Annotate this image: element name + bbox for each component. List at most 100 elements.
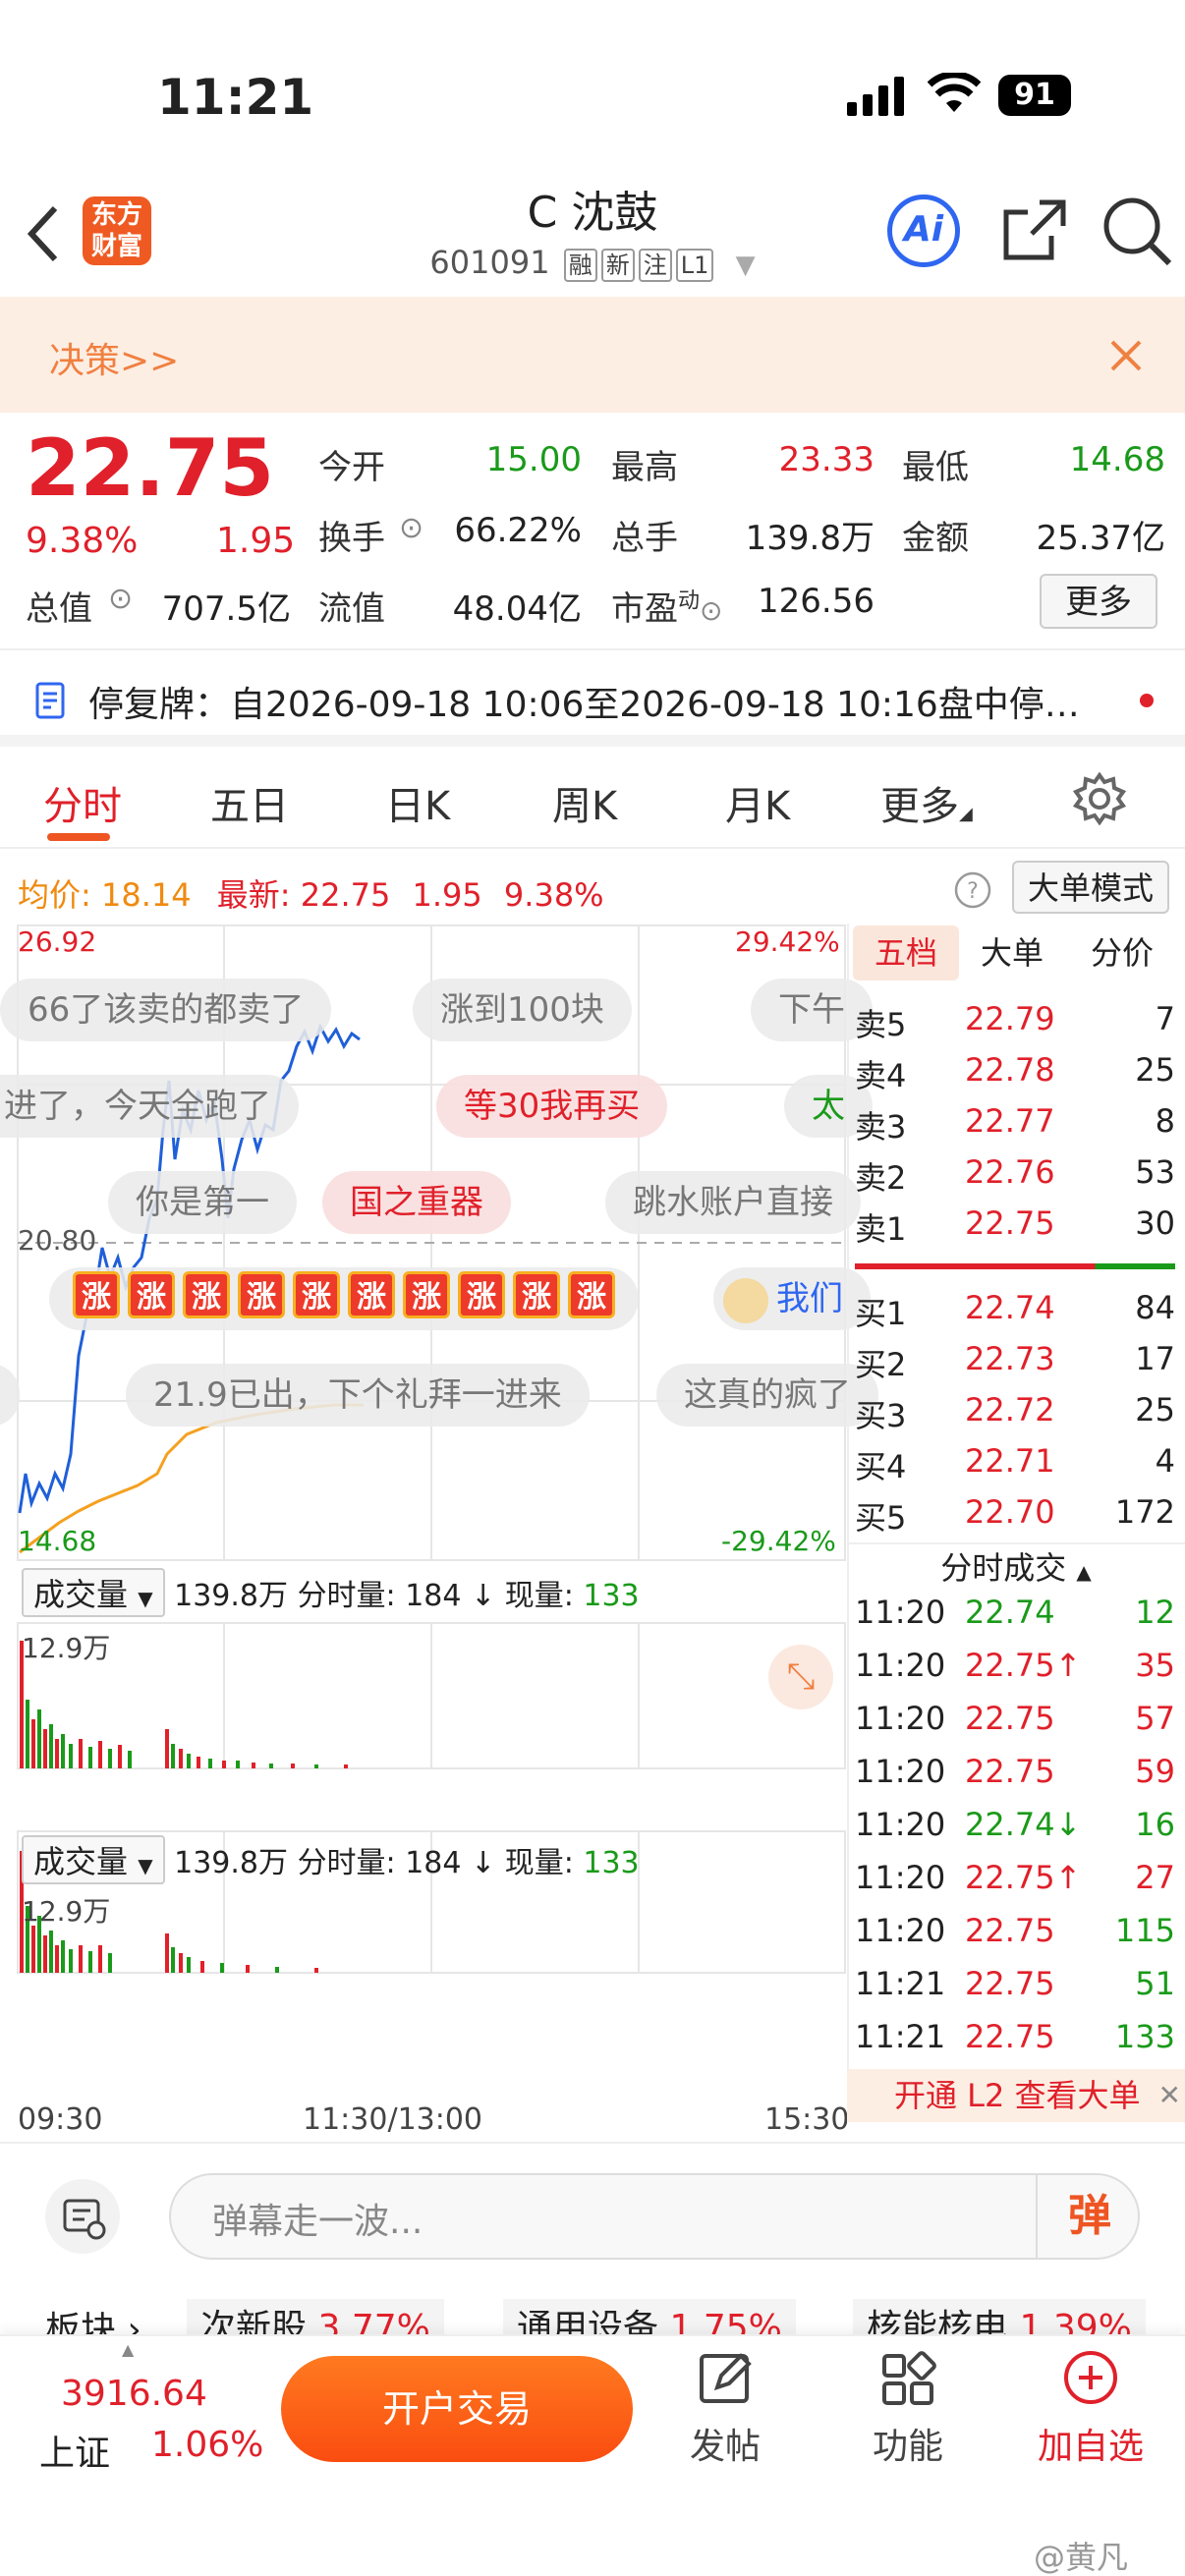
low-label: 最低 [902,448,969,487]
tag-xin: 新 [600,249,635,282]
edit-icon [700,2353,752,2403]
zhang-emoji-row[interactable]: 涨涨涨涨涨涨涨涨涨涨 [49,1267,639,1330]
tab-big-order[interactable]: 大单 [981,925,1044,980]
danmu-comment[interactable]: 66了该卖的都卖了 [0,979,332,1041]
status-time: 11:21 [157,69,314,126]
y-axis-mid: 20.80 [18,1224,97,1257]
zhang-emoji: 涨 [293,1271,340,1318]
volume-header: 成交量 ▼ 139.8万 分时量: 184 ↓ 现量: 133 [22,1568,640,1617]
buy-row: 买5 22.70 172 [855,1493,1175,1537]
unread-dot [1140,694,1154,707]
function-button[interactable]: 功能 [849,2348,967,2469]
info-icon[interactable]: ⊙ [399,511,423,545]
amount-label: 金额 [902,519,969,558]
share-icon[interactable] [1000,196,1069,265]
danmu-comment[interactable]: 等30我再买 [436,1075,668,1138]
info-icon[interactable]: ⊙ [108,582,133,616]
tab-minute[interactable]: 分时 [43,774,122,831]
change-amount: 1.95 [216,521,296,561]
volume-value: 139.8万 [745,519,875,558]
app-header: 东方 财富 C 沈鼓 601091 融新注 L1 ▼ Ai [0,167,1185,297]
tick-row: 11:20 22.75 115 [855,1912,1175,1949]
grid-icon [882,2351,936,2405]
bottom-toolbar: ▲ 3916.64 上证 1.06% 开户交易 发帖 功能 加自选 @黄凡 [0,2334,1185,2576]
wifi-icon [928,73,981,112]
zhang-emoji: 涨 [568,1271,615,1318]
y-axis-top: 26.92 [18,925,97,958]
dropdown-icon: ▼ [735,251,756,280]
tick-row: 11:21 22.75 51 [855,1965,1175,2002]
tab-month-k[interactable]: 月K [725,774,790,831]
close-icon[interactable] [1108,338,1144,373]
close-icon[interactable]: ✕ [1158,2069,1181,2122]
float-label: 流值 [318,589,385,629]
danmu-comment[interactable]: 国之重器 [322,1171,511,1234]
tab-indicator [47,833,110,841]
open-trade-button[interactable]: 开户交易 [281,2356,633,2462]
buy-row: 买2 22.73 17 [855,1340,1175,1383]
help-icon[interactable]: ? [953,870,992,910]
settings-gear-icon[interactable] [1073,772,1126,825]
danmu-settings-icon[interactable] [45,2179,120,2254]
tag-zhu: 注 [638,249,672,282]
tab-price-dist[interactable]: 分价 [1091,925,1154,980]
search-icon[interactable] [1100,195,1173,267]
more-button[interactable]: 更多 [1040,574,1157,629]
high-value: 23.33 [778,440,875,479]
quote-panel: 22.75 9.38% 1.95 今开 15.00 最高 23.33 最低 14… [0,413,1185,639]
danmu-comment[interactable]: 21.9已出，下个礼拜一进来 [126,1364,590,1427]
x-axis-start: 09:30 [18,2102,103,2137]
banner-text: 决策>> [49,341,180,381]
danmu-comment[interactable]: 涨到100块 [413,979,632,1041]
post-button[interactable]: 发帖 [666,2348,784,2469]
danmu-input[interactable]: 弹幕走一波... 弹 [169,2173,1140,2260]
index-value[interactable]: 3916.64 [61,2374,207,2414]
sector-item[interactable]: 通用设备 1.75% [503,2299,796,2338]
indicator-select[interactable]: 成交量 ▼ [22,1568,165,1617]
danmu-comment[interactable]: 进了，今天全跑了 [0,1075,299,1138]
tab-more[interactable]: 更多◢ [880,774,973,831]
y-axis-bottom: 14.68 [18,1525,97,1557]
open-l2-banner[interactable]: 开通 L2 查看大单 ✕ [847,2069,1185,2122]
buy-row: 买1 22.74 84 [855,1289,1175,1332]
sell-row: 卖5 22.79 7 [855,1000,1175,1043]
zhang-emoji: 涨 [513,1271,560,1318]
tab-day-k[interactable]: 日K [385,774,450,831]
expand-icon[interactable]: ⤡ [768,1645,833,1709]
danmu-comment[interactable]: 你是第一 [108,1171,297,1234]
zhang-emoji: 涨 [403,1271,450,1318]
amount-value: 25.37亿 [1036,519,1165,558]
zhang-emoji: 涨 [238,1271,285,1318]
sell-row: 卖3 22.77 8 [855,1102,1175,1146]
danmu-comment[interactable]: 这真的疯了 [656,1364,878,1427]
danmu-comment[interactable]: 跳水账户直接 [605,1171,861,1234]
sell-row: 卖1 22.75 30 [855,1204,1175,1248]
add-watchlist-button[interactable]: 加自选 [1032,2348,1150,2469]
send-danmu-button[interactable]: 弹 [1036,2175,1142,2258]
index-name: 上证 [39,2434,111,2474]
change-pct: 9.38% [26,521,139,561]
big-order-mode-button[interactable]: 大单模式 [1012,861,1169,914]
tab-five-day[interactable]: 五日 [210,774,289,831]
sector-item[interactable]: 核能核电 1.39% [853,2299,1146,2338]
ai-button[interactable]: Ai [887,195,960,267]
suspension-notice[interactable]: 停复牌：自2026-09-18 10:06至2026-09-18 10:16盘中… [0,648,1185,747]
volume-header-2: 成交量 ▼ 139.8万 分时量: 184 ↓ 现量: 133 [22,1835,640,1884]
zhang-emoji: 涨 [183,1271,230,1318]
tick-row: 11:21 22.75 133 [855,2018,1175,2055]
zhang-emoji: 涨 [458,1271,505,1318]
info-icon[interactable]: ⊙ [700,594,722,627]
pct-axis-bottom: -29.42% [721,1525,836,1557]
tab-week-k[interactable]: 周K [552,774,617,831]
tab-five-level[interactable]: 五档 [853,925,959,980]
signal-icon [847,77,904,116]
index-pct: 1.06% [151,2425,264,2465]
intraday-chart-panel: 均价: 18.14 最新: 22.75 1.95 9.38% ? 大单模式 26… [0,851,1185,2138]
sector-item[interactable]: 次新股 3.77% [187,2299,444,2338]
low-value: 14.68 [1069,440,1165,479]
pct-axis-top: 29.42% [735,925,840,958]
sector-label[interactable]: 板块 › [45,2301,141,2338]
indicator-select[interactable]: 成交量 ▼ [22,1835,165,1884]
decision-banner[interactable]: 决策>> [0,297,1185,413]
ticks-header[interactable]: 分时成交 ▲ [847,1542,1185,1592]
